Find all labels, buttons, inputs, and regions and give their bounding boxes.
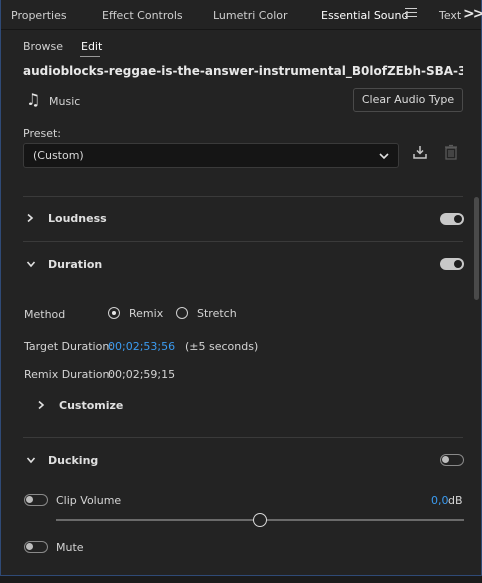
tab-text[interactable]: Text [439,9,461,22]
clip-volume-value[interactable]: 0,0 [431,494,449,507]
chevron-down-icon[interactable] [26,455,36,465]
tab-effect-controls[interactable]: Effect Controls [102,9,183,22]
section-divider [23,241,463,242]
panel-menu-icon[interactable] [405,8,417,20]
mute-label: Mute [56,541,84,554]
target-tolerance: (±5 seconds) [185,340,259,353]
audio-type-label: Music [49,95,81,108]
chevron-right-icon[interactable] [36,400,46,410]
stretch-option-label[interactable]: Stretch [197,307,237,320]
section-divider [23,196,463,197]
scrollbar-thumb[interactable] [474,197,479,300]
remix-option-label[interactable]: Remix [129,307,163,320]
clip-volume-toggle[interactable] [24,494,48,506]
clear-audio-type-button[interactable]: Clear Audio Type [353,88,463,112]
radio-remix[interactable] [108,307,120,319]
target-duration-value[interactable]: 00;02;53;56 [108,340,175,353]
clip-volume-slider-thumb[interactable] [253,513,267,527]
subtab-active-indicator [80,56,100,57]
chevron-down-icon[interactable] [26,259,36,269]
clip-volume-unit: dB [448,494,463,507]
section-ducking-title[interactable]: Ducking [48,454,98,467]
section-duration-title[interactable]: Duration [48,258,102,271]
section-divider [23,437,463,438]
preset-value: (Custom) [33,149,84,162]
tab-properties[interactable]: Properties [11,9,67,22]
target-duration-label: Target Duration: [24,340,114,353]
save-preset-icon[interactable] [412,144,428,160]
clip-name: audioblocks-reggae-is-the-answer-instrum… [23,64,463,78]
overflow-icon[interactable]: >> [463,6,482,22]
remix-duration-value: 00;02;59;15 [108,368,176,381]
method-label: Method [24,308,66,321]
preset-dropdown[interactable]: (Custom) [23,143,399,168]
mute-toggle[interactable] [24,541,48,553]
duration-toggle[interactable] [440,258,464,270]
clip-volume-label: Clip Volume [56,494,122,507]
tab-essential-sound[interactable]: Essential Sound [321,9,408,22]
bottom-edge [0,576,482,583]
trash-icon[interactable] [444,144,458,160]
essential-sound-panel: Properties Effect Controls Lumetri Color… [0,0,482,576]
customize-title[interactable]: Customize [59,399,123,412]
radio-stretch[interactable] [176,307,188,319]
music-note-icon: ♫ [26,90,41,109]
subtab-browse[interactable]: Browse [23,40,63,53]
preset-label: Preset: [23,127,62,140]
chevron-down-icon [379,153,389,160]
subtab-edit[interactable]: Edit [81,40,102,53]
ducking-toggle[interactable] [440,454,464,466]
tab-lumetri-color[interactable]: Lumetri Color [213,9,288,22]
chevron-right-icon[interactable] [25,213,35,223]
remix-duration-label: Remix Duration: [24,368,114,381]
loudness-toggle[interactable] [440,213,464,225]
panel-tab-bar: Properties Effect Controls Lumetri Color… [1,0,482,30]
section-loudness-title[interactable]: Loudness [48,212,107,225]
